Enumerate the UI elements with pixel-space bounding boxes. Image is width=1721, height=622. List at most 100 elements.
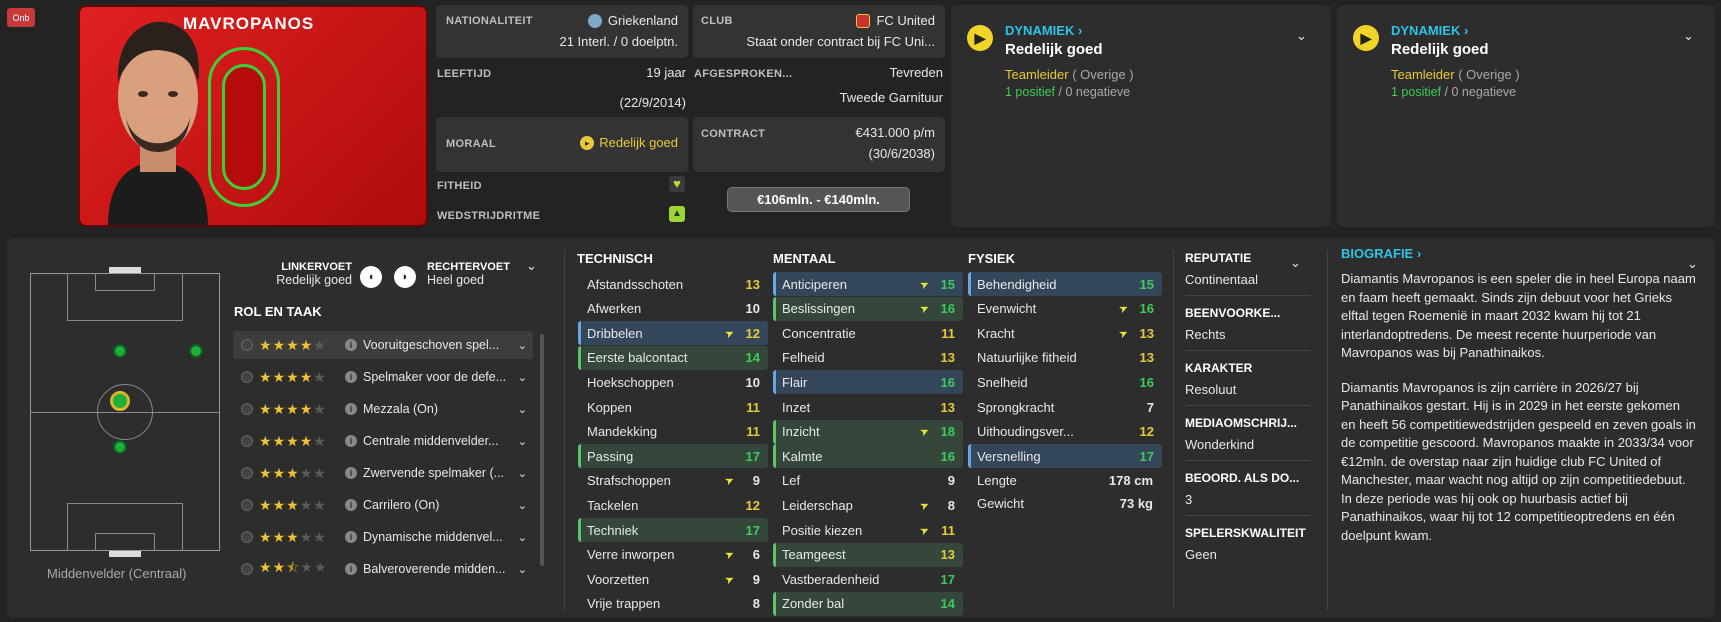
dob-value: (22/9/2014)	[619, 95, 687, 110]
dynamics-chevron-icon[interactable]: ⌄	[1683, 28, 1694, 44]
chevron-down-icon[interactable]: ⌄	[518, 531, 527, 544]
star-icon: ★	[299, 528, 314, 545]
role-radio[interactable]	[241, 371, 253, 383]
fitness-label: FITHEID	[437, 180, 482, 192]
roles-scrollbar[interactable]	[540, 334, 544, 566]
info-icon[interactable]: i	[345, 435, 357, 447]
star-icon: ★	[272, 559, 287, 575]
chevron-down-icon[interactable]: ⌄	[518, 371, 527, 384]
role-row[interactable]: ★★★★★ i Centrale middenvelder... ⌄	[233, 427, 533, 455]
chevron-down-icon[interactable]: ⌄	[518, 499, 527, 512]
role-row[interactable]: ★★★★★ i Spelmaker voor de defe... ⌄	[233, 363, 533, 391]
star-icon: ★	[286, 464, 300, 481]
contract-end-value: (30/6/2038)	[868, 146, 936, 161]
dynamics-chevron-icon[interactable]: ⌄	[1296, 28, 1307, 44]
dynamics-title-link[interactable]: DYNAMIEK ›	[1005, 23, 1082, 38]
club-cell[interactable]: CLUB FC United Staat onder contract bij …	[693, 5, 945, 58]
attribute-name: Snelheid	[977, 374, 1028, 390]
role-stars: ★★★★★	[259, 465, 345, 482]
role-row[interactable]: ★★★★★ i Dynamische middenvel... ⌄	[233, 523, 533, 551]
role-row[interactable]: ★★★★★ i Carrilero (On) ⌄	[233, 491, 533, 519]
attribute-value: 13	[745, 276, 760, 292]
attribute-name: Positie kiezen	[782, 522, 863, 538]
attribute-row: Flair 16	[773, 370, 963, 395]
attribute-value: 11	[746, 399, 760, 415]
trend-arrow-icon: ➤	[722, 326, 737, 342]
position-dot[interactable]	[189, 344, 203, 358]
star-icon: ★	[286, 432, 300, 449]
attribute-row: Concentratie 11	[773, 321, 963, 345]
role-row[interactable]: ★★★★★ i Zwervende spelmaker (... ⌄	[233, 459, 533, 487]
attribute-row: Evenwicht ➤ 16	[968, 297, 1162, 321]
star-icon: ★	[259, 368, 273, 385]
role-radio[interactable]	[241, 467, 253, 479]
info-icon[interactable]: i	[345, 563, 357, 575]
attribute-name: Mandekking	[587, 424, 658, 440]
nationality-label: NATIONALITEIT	[446, 15, 533, 27]
attribute-row: Techniek 17	[578, 518, 768, 542]
chevron-down-icon[interactable]: ⌄	[518, 435, 527, 448]
detail-value: Continentaal	[1185, 272, 1258, 287]
role-row[interactable]: ★★⯪★★ i Balveroverende midden... ⌄	[233, 555, 533, 583]
chevron-down-icon[interactable]: ⌄	[518, 339, 527, 352]
attribute-value: 16	[940, 448, 955, 464]
chevron-down-icon[interactable]: ⌄	[518, 563, 527, 576]
position-dot[interactable]	[113, 344, 127, 358]
attribute-value: 16	[940, 374, 955, 390]
chevron-down-icon[interactable]: ⌄	[518, 467, 527, 480]
attribute-name: Hoekschoppen	[587, 374, 674, 390]
trend-arrow-icon: ➤	[1116, 301, 1131, 317]
star-icon: ★	[286, 336, 300, 353]
wage-value: €431.000 p/m	[855, 125, 935, 140]
nationality-cell[interactable]: NATIONALITEIT Griekenland 21 Interl. / 0…	[436, 5, 688, 58]
info-icon[interactable]: i	[345, 499, 357, 511]
detail-label: BEENVOORKE...	[1185, 306, 1281, 320]
detail-value: Resoluut	[1185, 382, 1237, 397]
contract-cell[interactable]: CONTRACT €431.000 p/m (30/6/2038)	[693, 117, 945, 172]
role-radio[interactable]	[241, 499, 253, 511]
club-crest-icon	[856, 13, 871, 28]
club-value[interactable]: FC United	[876, 13, 935, 28]
detail-value: Geen	[1185, 547, 1217, 562]
morale-cell[interactable]: MORAAL ▸ Redelijk goed	[436, 117, 688, 172]
feet-chevron-icon[interactable]: ⌄	[526, 258, 537, 274]
role-row[interactable]: ★★★★★ i Vooruitgeschoven spel... ⌄	[233, 331, 533, 359]
transfer-value-tag[interactable]: €106mln. - €140mln.	[727, 187, 910, 212]
attribute-row: Vastberadenheid 17	[773, 567, 963, 591]
side-chevron-icon[interactable]: ⌄	[1290, 255, 1301, 271]
star-icon: ⯪	[286, 559, 301, 575]
star-icon: ★	[259, 528, 273, 545]
role-radio[interactable]	[241, 563, 253, 575]
role-row[interactable]: ★★★★★ i Mezzala (On) ⌄	[233, 395, 533, 423]
role-radio[interactable]	[241, 339, 253, 351]
attribute-value: 8	[752, 596, 760, 612]
attribute-row: Beslissingen ➤ 16	[773, 296, 963, 321]
trend-arrow-icon: ➤	[917, 523, 932, 538]
position-dot[interactable]	[113, 440, 127, 454]
pitch-top-goal	[109, 267, 141, 273]
biography-paragraph: Diamantis Mavropanos is zijn carrière in…	[1341, 379, 1696, 543]
primary-position-dot[interactable]	[110, 391, 130, 411]
star-icon: ★	[259, 464, 273, 481]
role-radio[interactable]	[241, 531, 253, 543]
role-radio[interactable]	[241, 435, 253, 447]
attribute-row: Versnelling 17	[968, 444, 1162, 469]
attribute-name: Evenwicht	[977, 301, 1037, 317]
role-radio[interactable]	[241, 403, 253, 415]
nationality-value[interactable]: Griekenland	[608, 13, 678, 28]
dynamics-title-link[interactable]: DYNAMIEK ›	[1391, 23, 1468, 38]
info-icon[interactable]: i	[345, 531, 357, 543]
info-icon[interactable]: i	[345, 339, 357, 351]
role-stars: ★★★★★	[259, 433, 345, 450]
biography-title-link[interactable]: BIOGRAFIE ›	[1341, 246, 1421, 261]
star-icon: ★	[313, 464, 327, 481]
trend-arrow-icon: ➤	[917, 277, 932, 292]
star-icon: ★	[299, 368, 314, 385]
info-icon[interactable]: i	[345, 403, 357, 415]
chevron-down-icon[interactable]: ⌄	[518, 403, 527, 416]
attribute-name: Kracht	[977, 325, 1015, 341]
star-icon: ★	[286, 496, 300, 513]
info-icon[interactable]: i	[345, 371, 357, 383]
info-icon[interactable]: i	[345, 467, 357, 479]
attribute-row: Leiderschap ➤ 8	[773, 493, 963, 517]
